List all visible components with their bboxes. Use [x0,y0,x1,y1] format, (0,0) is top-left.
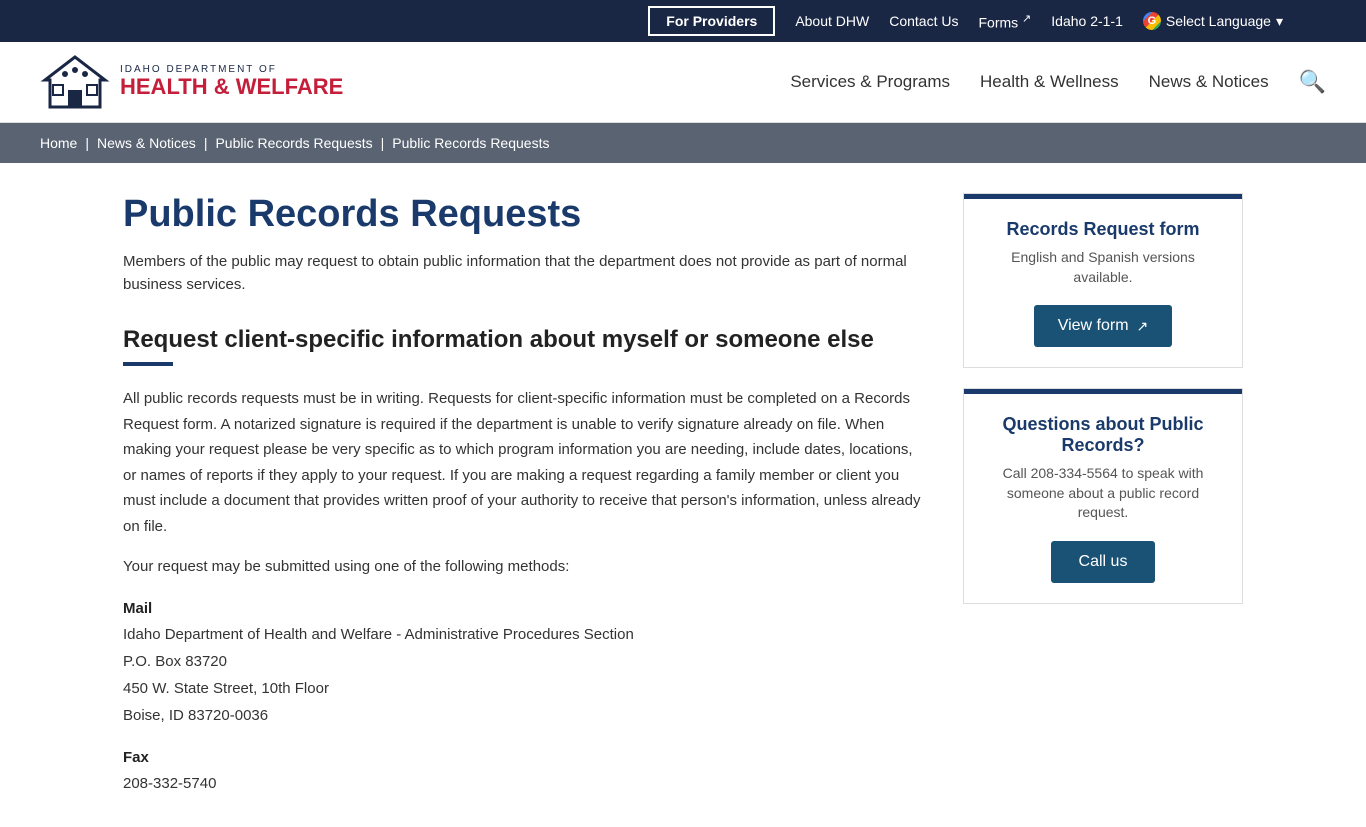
card-desc-2: Call 208-334-5564 to speak with someone … [984,464,1222,523]
search-icon: 🔍 [1299,69,1326,94]
breadcrumb-separator-2: | [204,135,208,151]
call-us-button[interactable]: Call us [1051,541,1156,583]
main-nav: Services & Programs Health & Wellness Ne… [790,69,1326,95]
site-header: IDAHO DEPARTMENT OF HEALTH & WELFARE Ser… [0,42,1366,123]
breadcrumb-public1[interactable]: Public Records Requests [215,135,372,151]
breadcrumb-separator-3: | [381,135,385,151]
chevron-down-icon: ▾ [1276,13,1283,30]
google-translate-icon: G [1143,12,1161,30]
mail-heading: Mail [123,600,923,617]
idaho-211-link[interactable]: Idaho 2-1-1 [1051,13,1123,29]
logo-text: IDAHO DEPARTMENT OF HEALTH & WELFARE [120,64,343,99]
nav-health[interactable]: Health & Wellness [980,72,1119,92]
sidebar: Records Request form English and Spanish… [963,193,1243,797]
body-paragraph-2: Your request may be submitted using one … [123,554,923,580]
card-desc-1: English and Spanish versions available. [984,248,1222,287]
search-button[interactable]: 🔍 [1299,69,1326,95]
page-title: Public Records Requests [123,193,923,236]
top-bar: For Providers About DHW Contact Us Forms… [0,0,1366,42]
logo-link[interactable]: IDAHO DEPARTMENT OF HEALTH & WELFARE [40,52,343,112]
for-providers-button[interactable]: For Providers [648,6,775,36]
section-underline [123,362,173,366]
questions-card: Questions about Public Records? Call 208… [963,388,1243,604]
card-body-1: Records Request form English and Spanish… [964,199,1242,367]
external-link-icon: ↗ [1137,318,1149,335]
records-request-card: Records Request form English and Spanish… [963,193,1243,368]
nav-news[interactable]: News & Notices [1149,72,1269,92]
mail-address: Idaho Department of Health and Welfare -… [123,621,923,729]
about-dhw-link[interactable]: About DHW [795,13,869,29]
breadcrumb-separator-1: | [85,135,89,151]
breadcrumb-news[interactable]: News & Notices [97,135,196,151]
language-selector[interactable]: G Select Language ▾ [1143,12,1283,30]
logo-svg [40,52,110,112]
breadcrumb-current: Public Records Requests [392,135,549,151]
card-title-2: Questions about Public Records? [984,414,1222,456]
nav-services[interactable]: Services & Programs [790,72,950,92]
contact-us-link[interactable]: Contact Us [889,13,958,29]
forms-link[interactable]: Forms ↗ [978,12,1031,31]
card-title-1: Records Request form [984,219,1222,240]
content-area: Public Records Requests Members of the p… [123,193,923,797]
main-wrapper: Public Records Requests Members of the p… [83,163,1283,827]
fax-heading: Fax [123,749,923,766]
card-body-2: Questions about Public Records? Call 208… [964,394,1242,603]
breadcrumb: Home | News & Notices | Public Records R… [0,123,1366,163]
external-link-icon: ↗ [1022,13,1031,25]
section-heading: Request client-specific information abou… [123,326,923,354]
body-paragraph-1: All public records requests must be in w… [123,386,923,539]
view-form-button[interactable]: View form ↗ [1034,305,1173,347]
fax-number: 208-332-5740 [123,770,923,797]
intro-text: Members of the public may request to obt… [123,251,923,296]
breadcrumb-home[interactable]: Home [40,135,77,151]
